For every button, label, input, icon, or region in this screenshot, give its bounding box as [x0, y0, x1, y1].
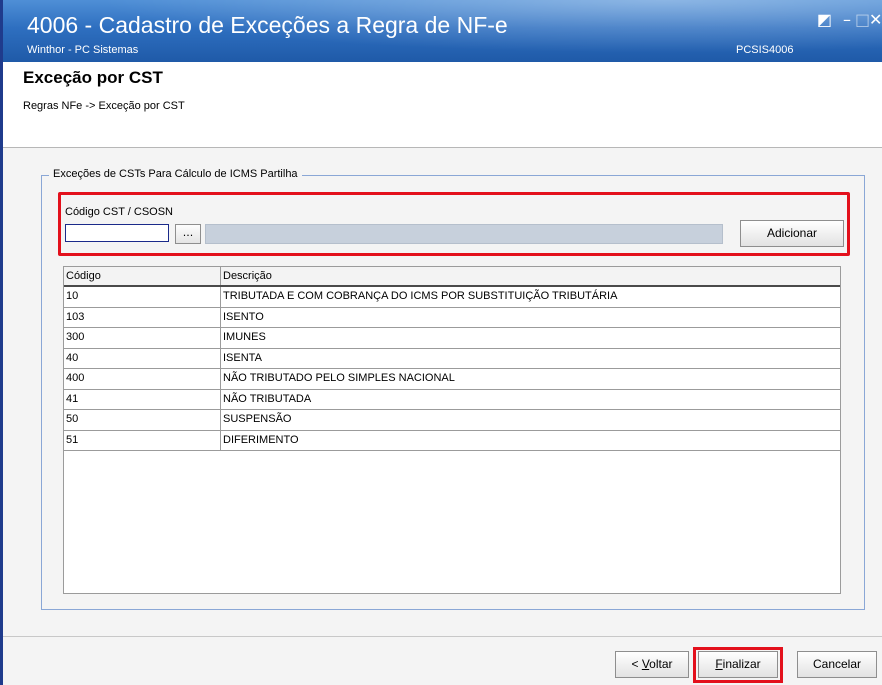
breadcrumb: Regras NFe -> Exceção por CST	[23, 100, 185, 112]
table-row[interactable]: 40 ISENTA	[64, 348, 840, 369]
cell-code: 40	[64, 348, 221, 368]
table-row[interactable]: 51 DIFERIMENTO	[64, 430, 840, 451]
column-header-code[interactable]: Código	[64, 267, 221, 285]
group-legend: Exceções de CSTs Para Cálculo de ICMS Pa…	[49, 168, 302, 180]
cst-field-label: Código CST / CSOSN	[65, 206, 174, 218]
cell-description: TRIBUTADA E COM COBRANÇA DO ICMS POR SUB…	[223, 290, 618, 302]
app-name: Winthor - PC Sistemas	[27, 44, 139, 56]
back-prefix: <	[631, 657, 642, 671]
table-row[interactable]: 400 NÃO TRIBUTADO PELO SIMPLES NACIONAL	[64, 369, 840, 390]
cell-description: SUSPENSÃO	[223, 413, 292, 425]
minimize-icon[interactable]: –	[843, 10, 851, 29]
table-row[interactable]: 300 IMUNES	[64, 328, 840, 349]
browse-button[interactable]: ...	[175, 224, 201, 244]
finish-button[interactable]: Finalizar	[698, 651, 778, 678]
cst-table[interactable]: Código Descrição 10 TRIBUTADA E COM COBR…	[63, 266, 841, 594]
cell-code: 400	[64, 369, 221, 389]
restore-icon[interactable]: ◩	[817, 10, 832, 29]
cst-description-field	[205, 224, 723, 244]
window-title: 4006 - Cadastro de Exceções a Regra de N…	[27, 12, 508, 38]
back-button[interactable]: < Voltar	[615, 651, 689, 678]
content-area: Exceções de CSTs Para Cálculo de ICMS Pa…	[3, 148, 882, 638]
cell-description: NÃO TRIBUTADO PELO SIMPLES NACIONAL	[223, 372, 455, 384]
cell-description: IMUNES	[223, 331, 266, 343]
cancel-button[interactable]: Cancelar	[797, 651, 877, 678]
cell-code: 51	[64, 430, 221, 450]
back-label-rest: oltar	[649, 657, 673, 671]
page-title: Exceção por CST	[23, 68, 163, 87]
table-row[interactable]: 41 NÃO TRIBUTADA	[64, 389, 840, 410]
routine-code: PCSIS4006	[736, 44, 794, 56]
cell-code: 50	[64, 410, 221, 430]
cell-code: 300	[64, 328, 221, 348]
table-row[interactable]: 103 ISENTO	[64, 307, 840, 328]
close-icon[interactable]: ✕	[869, 10, 882, 29]
finish-label-rest: inalizar	[722, 657, 761, 671]
cell-code: 41	[64, 389, 221, 409]
page-header: Exceção por CST Regras NFe -> Exceção po…	[3, 62, 882, 148]
cell-code: 103	[64, 307, 221, 327]
cst-code-input[interactable]	[65, 224, 169, 242]
add-button[interactable]: Adicionar	[740, 220, 844, 247]
cell-description: NÃO TRIBUTADA	[223, 392, 312, 405]
table-row[interactable]: 10 TRIBUTADA E COM COBRANÇA DO ICMS POR …	[64, 287, 840, 308]
maximize-icon[interactable]: □	[855, 10, 870, 29]
table-header: Código Descrição	[64, 267, 840, 287]
finish-mnemonic: F	[715, 657, 723, 671]
cell-description: ISENTA	[223, 351, 262, 364]
cell-description: ISENTO	[223, 310, 264, 323]
column-header-description[interactable]: Descrição	[221, 267, 840, 285]
cell-description: DIFERIMENTO	[223, 433, 299, 446]
footer-bar: < Voltar Finalizar Cancelar	[3, 637, 882, 685]
title-bar[interactable]: 4006 - Cadastro de Exceções a Regra de N…	[3, 0, 882, 62]
table-row[interactable]: 50 SUSPENSÃO	[64, 410, 840, 431]
cell-code: 10	[64, 287, 221, 307]
application-window: 4006 - Cadastro de Exceções a Regra de N…	[0, 0, 882, 685]
